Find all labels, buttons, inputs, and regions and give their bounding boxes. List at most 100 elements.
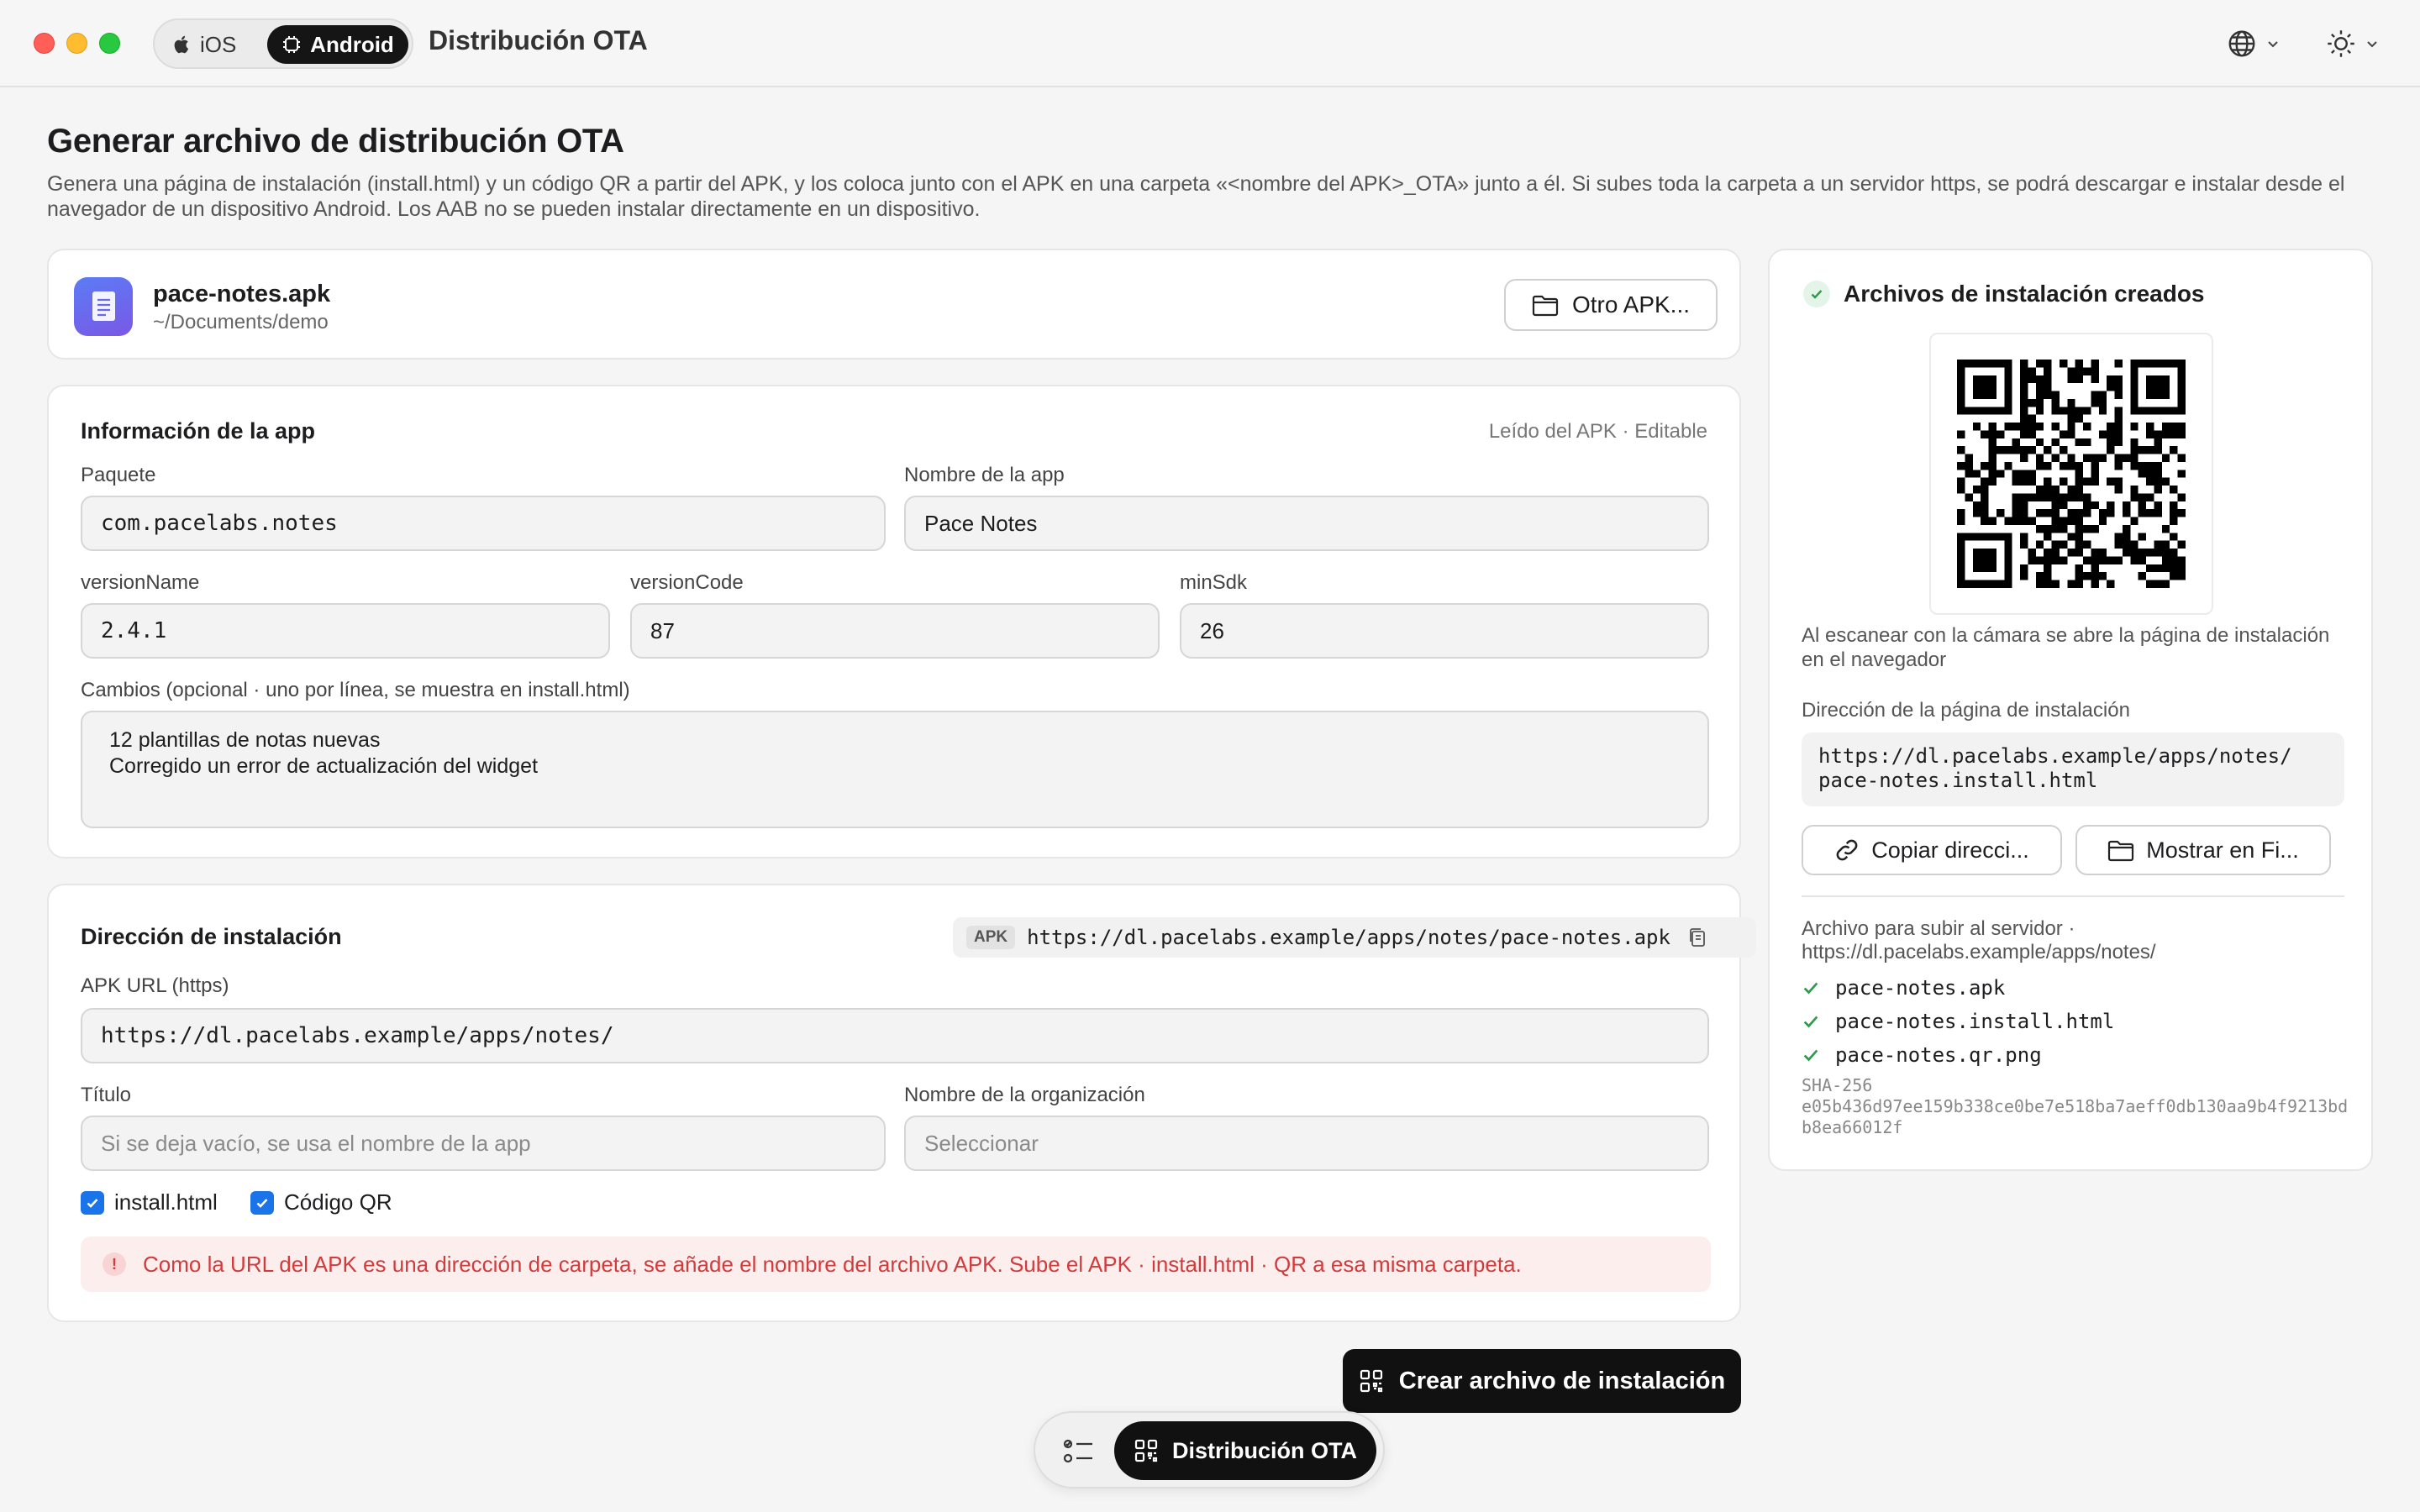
qr-code-checkbox-label: Código QR xyxy=(284,1189,392,1215)
app-name-label: Nombre de la app xyxy=(904,464,1065,486)
copy-address-button[interactable]: Copiar direcci... xyxy=(1802,825,2062,875)
app-info-title: Información de la app xyxy=(81,418,316,444)
result-title: Archivos de instalación creados xyxy=(1844,281,2205,307)
ota-distribution-tab-label: Distribución OTA xyxy=(1172,1437,1357,1463)
page-title-label: Título xyxy=(81,1084,132,1106)
list-item: pace-notes.apk xyxy=(1802,971,2114,1005)
apple-icon xyxy=(174,35,189,54)
qr-code-icon xyxy=(1134,1439,1158,1462)
apk-url-label: APK URL (https) xyxy=(81,974,229,997)
sha256-block: SHA-256 e05b436d97ee159b338ce0be7e518ba7… xyxy=(1802,1075,2356,1138)
checkbox-checked[interactable] xyxy=(250,1190,274,1215)
copy-icon[interactable] xyxy=(1687,927,1707,948)
android-chip-icon xyxy=(283,36,301,53)
theme-menu-button[interactable] xyxy=(2326,25,2380,62)
version-name-label: versionName xyxy=(81,571,200,594)
version-name-input[interactable]: 2.4.1 xyxy=(81,603,610,659)
close-window-button[interactable] xyxy=(34,33,55,54)
app-info-card: Información de la app Leído del APK · Ed… xyxy=(47,385,1741,858)
checklist-icon xyxy=(1063,1439,1092,1463)
changes-textarea[interactable]: 12 plantillas de notas nuevas Corregido … xyxy=(81,711,1709,828)
install-page-url-box[interactable]: https://dl.pacelabs.example/apps/notes/ … xyxy=(1802,732,2344,806)
qr-code-image xyxy=(1957,360,2186,588)
app-info-hint: Leído del APK · Editable xyxy=(1488,420,1707,443)
checkmark-icon xyxy=(256,1198,268,1208)
install-files-result-card: Archivos de instalación creados Al escan… xyxy=(1768,249,2373,1171)
organization-label: Nombre de la organización xyxy=(904,1084,1145,1106)
folder-icon xyxy=(1532,295,1559,317)
page-description: Genera una página de instalación (instal… xyxy=(47,172,2345,221)
page-title: Generar archivo de distribución OTA xyxy=(47,123,624,160)
sun-icon xyxy=(2328,30,2354,57)
sha256-value: e05b436d97ee159b338ce0be7e518ba7aeff0db1… xyxy=(1802,1096,2349,1137)
ota-distribution-tab[interactable]: Distribución OTA xyxy=(1114,1421,1376,1480)
checklist-tab[interactable] xyxy=(1060,1433,1097,1470)
show-in-finder-button[interactable]: Mostrar en Fi... xyxy=(2075,825,2331,875)
install-address-title: Dirección de instalación xyxy=(81,924,342,949)
platform-ios-tab[interactable]: iOS xyxy=(173,25,272,64)
exclamation-icon: ! xyxy=(103,1252,126,1276)
qr-caption: Al escanear con la cámara se abre la pág… xyxy=(1802,624,2330,671)
platform-switcher: iOS Android xyxy=(153,18,413,69)
bottom-dock: Distribución OTA xyxy=(1034,1411,1385,1488)
version-code-input[interactable]: 87 xyxy=(630,603,1160,659)
link-icon xyxy=(1836,839,1858,861)
platform-android-label: Android xyxy=(310,31,394,57)
apk-full-url: https://dl.pacelabs.example/apps/notes/p… xyxy=(1027,926,1670,949)
folder-url-warning: ! Como la URL del APK es una dirección d… xyxy=(81,1236,1711,1292)
organization-select[interactable]: Seleccionar xyxy=(904,1116,1709,1171)
apk-file-path: ~/Documents/demo xyxy=(153,311,329,333)
package-input[interactable]: com.pacelabs.notes xyxy=(81,496,886,551)
copy-address-label: Copiar direcci... xyxy=(1871,837,2029,863)
qr-code-checkbox[interactable]: Código QR xyxy=(250,1189,392,1215)
install-qr-code xyxy=(1929,333,2213,615)
checkmark-icon xyxy=(1803,982,1818,995)
create-install-files-button[interactable]: Crear archivo de instalación xyxy=(1343,1349,1741,1413)
folder-icon xyxy=(2108,840,2134,862)
success-check-icon xyxy=(1803,281,1830,307)
install-page-url-label: Dirección de la página de instalación xyxy=(1802,699,2130,722)
sha256-label: SHA-256 xyxy=(1802,1075,1873,1095)
folder-url-warning-text: Como la URL del APK es una dirección de … xyxy=(143,1251,1522,1277)
apk-file-card: pace-notes.apk ~/Documents/demo Otro APK… xyxy=(47,249,1741,360)
upload-files-label: Archivo para subir al servidor · https:/… xyxy=(1802,917,2156,963)
min-sdk-input[interactable]: 26 xyxy=(1180,603,1709,659)
apk-url-input[interactable]: https://dl.pacelabs.example/apps/notes/ xyxy=(81,1008,1709,1063)
install-html-checkbox-label: install.html xyxy=(114,1189,218,1215)
window-title: Distribución OTA xyxy=(429,25,648,55)
app-name-input[interactable]: Pace Notes xyxy=(904,496,1709,551)
version-code-label: versionCode xyxy=(630,571,744,594)
checkmark-icon xyxy=(1803,1016,1818,1028)
apk-document-icon xyxy=(74,277,133,336)
globe-icon xyxy=(2228,30,2255,57)
zoom-window-button[interactable] xyxy=(99,33,120,54)
chevron-down-icon xyxy=(2268,41,2278,48)
upload-file-name: pace-notes.apk xyxy=(1835,976,2006,1000)
title-bar: iOS Android Distribución OTA xyxy=(0,0,2420,87)
install-address-card: Dirección de instalación APK https://dl.… xyxy=(47,884,1756,1322)
show-in-finder-label: Mostrar en Fi... xyxy=(2146,837,2299,863)
apk-file-name: pace-notes.apk xyxy=(153,281,331,307)
list-item: pace-notes.install.html xyxy=(1802,1005,2114,1038)
qr-code-icon xyxy=(1360,1369,1382,1393)
language-menu-button[interactable] xyxy=(2227,25,2281,62)
checkmark-icon xyxy=(87,1198,98,1208)
choose-other-apk-button[interactable]: Otro APK... xyxy=(1504,279,1718,331)
minimize-window-button[interactable] xyxy=(66,33,87,54)
chevron-down-icon xyxy=(2367,41,2377,48)
divider xyxy=(1802,895,2344,897)
upload-file-list: pace-notes.apk pace-notes.install.html p… xyxy=(1802,971,2114,1072)
choose-other-apk-label: Otro APK... xyxy=(1571,291,1691,318)
install-page-url-line-1: https://dl.pacelabs.example/apps/notes/ xyxy=(1818,744,2292,768)
min-sdk-label: minSdk xyxy=(1180,571,1248,594)
package-label: Paquete xyxy=(81,464,156,486)
install-page-url-line-2: pace-notes.install.html xyxy=(1818,769,2098,792)
checkbox-checked[interactable] xyxy=(81,1190,104,1215)
apk-tag: APK xyxy=(966,926,1016,949)
upload-file-name: pace-notes.qr.png xyxy=(1835,1043,2042,1067)
upload-file-name: pace-notes.install.html xyxy=(1835,1010,2115,1033)
list-item: pace-notes.qr.png xyxy=(1802,1038,2114,1072)
page-title-input[interactable]: Si se deja vacío, se usa el nombre de la… xyxy=(81,1116,886,1171)
install-html-checkbox[interactable]: install.html xyxy=(81,1189,218,1215)
platform-android-tab[interactable]: Android xyxy=(267,25,408,64)
